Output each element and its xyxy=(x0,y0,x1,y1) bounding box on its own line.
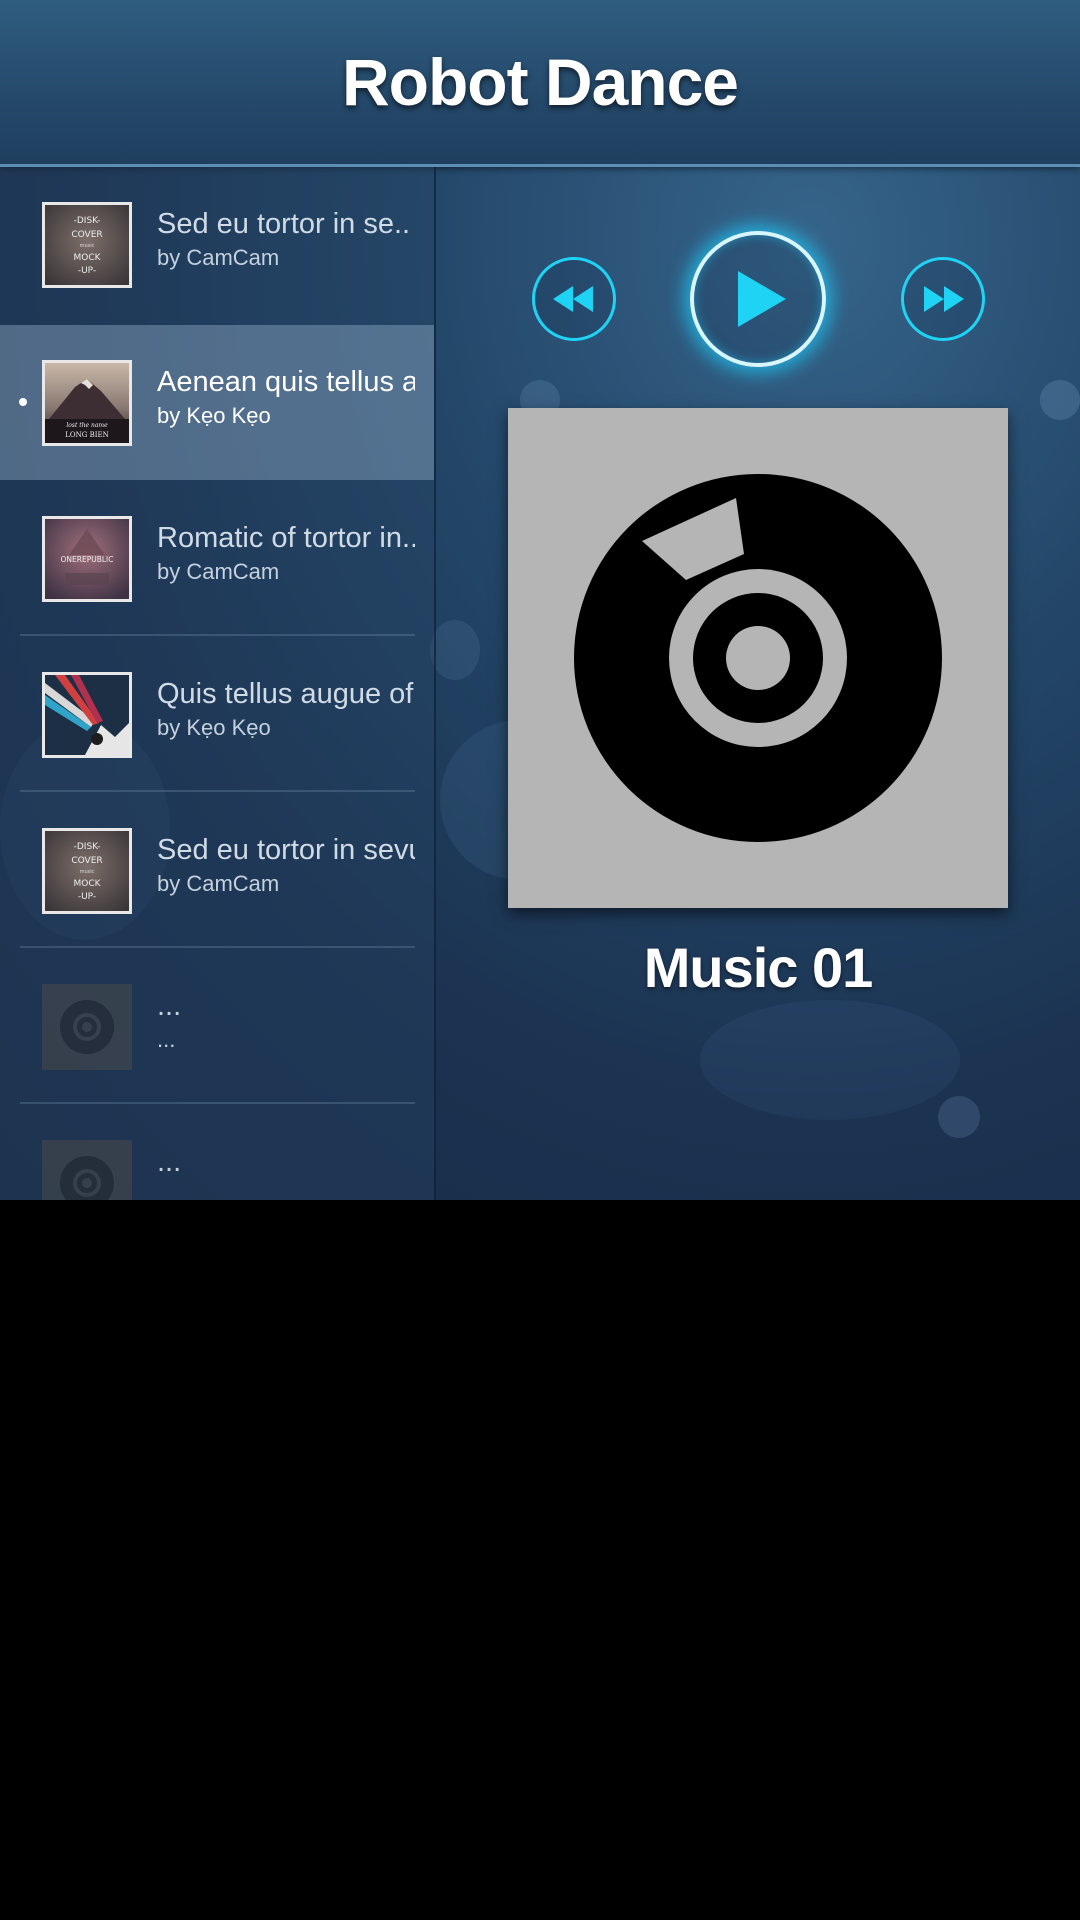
previous-button[interactable] xyxy=(532,257,616,341)
track-artist: by Kẹo Kẹo xyxy=(157,403,271,428)
bokeh-light xyxy=(430,620,480,680)
track-artist: by CamCam xyxy=(157,559,280,584)
svg-text:MOCK: MOCK xyxy=(73,253,101,263)
album-cover-onerepublic: ONEREPUBLIC xyxy=(42,516,132,602)
svg-text:-DISK-: -DISK- xyxy=(74,216,101,226)
svg-text:music: music xyxy=(80,243,95,249)
svg-text:lost the name: lost the name xyxy=(66,422,108,429)
svg-text:COVER: COVER xyxy=(71,230,102,240)
now-playing-title: Music 01 xyxy=(643,936,874,999)
svg-text:ONEREPUBLIC: ONEREPUBLIC xyxy=(61,555,114,564)
playlist-panel[interactable]: -DISK- COVER music MOCK -UP- Sed eu tort… xyxy=(0,167,436,1200)
svg-text:LONG BIEN: LONG BIEN xyxy=(65,431,108,439)
playlist-item-active[interactable]: lost the name LONG BIEN Aenean quis tell… xyxy=(0,325,434,480)
svg-text:-UP-: -UP- xyxy=(78,892,96,902)
bokeh-light xyxy=(938,1096,980,1138)
fast-forward-icon xyxy=(924,286,964,312)
album-artwork xyxy=(508,408,1008,908)
track-title: ... xyxy=(157,990,182,1022)
svg-text:-DISK-: -DISK- xyxy=(74,842,101,852)
track-artist: ... xyxy=(157,1183,176,1200)
bokeh-light xyxy=(1040,380,1080,420)
play-button[interactable] xyxy=(690,231,826,367)
playlist-item[interactable]: -DISK- COVER music MOCK -UP- Sed eu tort… xyxy=(0,793,434,948)
playlist-item[interactable]: ... ... xyxy=(0,1105,434,1200)
track-title: Romatic of tortor in.. xyxy=(157,522,415,554)
app-header: Robot Dance xyxy=(0,0,1080,167)
next-button[interactable] xyxy=(901,257,985,341)
album-cover-disk-mockup: -DISK- COVER music MOCK -UP- xyxy=(42,202,132,288)
track-title: Quis tellus augue of.. xyxy=(157,678,415,710)
divider xyxy=(20,1102,415,1104)
svg-text:-UP-: -UP- xyxy=(78,266,96,276)
svg-text:MOCK: MOCK xyxy=(73,879,101,889)
track-artist: by CamCam xyxy=(157,871,280,896)
track-artist: by CamCam xyxy=(157,245,280,270)
placeholder-disc-icon xyxy=(42,984,132,1070)
playlist-item[interactable]: Quis tellus augue of.. by Kẹo Kẹo xyxy=(0,637,434,792)
svg-text:music: music xyxy=(80,869,95,875)
app-title: Robot Dance xyxy=(341,45,739,119)
playlist-item[interactable]: -DISK- COVER music MOCK -UP- Sed eu tort… xyxy=(0,167,434,322)
playlist-item[interactable]: ONEREPUBLIC Romatic of tortor in.. by Ca… xyxy=(0,481,434,636)
now-playing-indicator xyxy=(19,398,27,406)
playlist-item[interactable]: ... ... xyxy=(0,949,434,1104)
album-cover-mountain: lost the name LONG BIEN xyxy=(42,360,132,446)
placeholder-disc-icon xyxy=(42,1140,132,1200)
track-artist: ... xyxy=(157,1027,176,1052)
rewind-icon xyxy=(553,286,593,312)
svg-text:COVER: COVER xyxy=(71,856,102,866)
track-artist: by Kẹo Kẹo xyxy=(157,715,271,740)
music-disc-icon xyxy=(574,474,942,842)
track-title: Sed eu tortor in sevu xyxy=(157,834,415,866)
track-title: Aenean quis tellus a.. xyxy=(157,366,415,398)
play-icon xyxy=(738,271,786,327)
album-cover-prism xyxy=(42,672,132,758)
track-title: Sed eu tortor in se.. xyxy=(157,208,411,240)
divider xyxy=(20,790,415,792)
divider xyxy=(20,634,415,636)
track-title: ... xyxy=(157,1146,182,1178)
album-cover-disk-mockup: -DISK- COVER music MOCK -UP- xyxy=(42,828,132,914)
bokeh-light xyxy=(700,1000,960,1120)
music-player-app: Robot Dance -DISK- COVER music MOCK -UP-… xyxy=(0,0,1080,1200)
divider xyxy=(20,946,415,948)
